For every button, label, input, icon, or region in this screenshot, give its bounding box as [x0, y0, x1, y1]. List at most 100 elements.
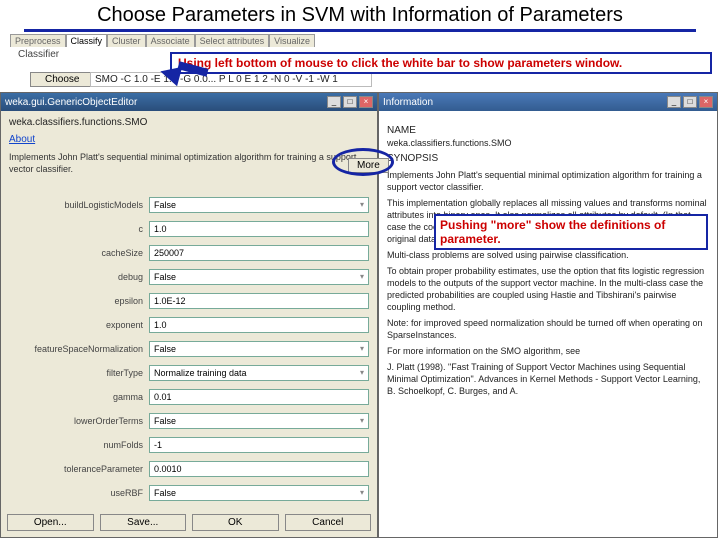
param-value: 1.0E-12: [154, 296, 186, 306]
param-input[interactable]: False ▾: [149, 197, 369, 213]
param-value: -1: [154, 440, 162, 450]
ok-button[interactable]: OK: [192, 514, 279, 531]
info-synopsis-label: SYNOPSIS: [387, 153, 709, 165]
info-p4: To obtain proper probability estimates, …: [387, 265, 709, 313]
info-body: NAME weka.classifiers.functions.SMO SYNO…: [379, 111, 717, 405]
title-rule: [24, 29, 696, 32]
info-p7: J. Platt (1998). "Fast Training of Suppo…: [387, 361, 709, 397]
chevron-down-icon[interactable]: ▾: [360, 488, 364, 498]
param-row: lowerOrderTerms False ▾: [9, 409, 369, 433]
param-input[interactable]: -1: [149, 437, 369, 453]
close-icon[interactable]: ×: [359, 96, 373, 108]
chevron-down-icon[interactable]: ▾: [360, 368, 364, 378]
param-value: 1.0: [154, 320, 167, 330]
editor-title: weka.gui.GenericObjectEditor: [5, 97, 325, 108]
maximize-icon[interactable]: □: [343, 96, 357, 108]
param-input[interactable]: False ▾: [149, 269, 369, 285]
slide-title: Choose Parameters in SVM with Informatio…: [0, 0, 720, 29]
info-window: Information _ □ × NAME weka.classifiers.…: [378, 92, 718, 538]
param-list: buildLogisticModelsFalse▾c1.0cacheSize25…: [9, 193, 369, 505]
param-label: lowerOrderTerms: [9, 416, 149, 426]
main-area: Preprocess Classify Cluster Associate Se…: [0, 34, 720, 540]
info-title: Information: [383, 97, 665, 108]
param-label: toleranceParameter: [9, 464, 149, 474]
tab-classify[interactable]: Classify: [66, 34, 108, 47]
param-row: gamma0.01: [9, 385, 369, 409]
info-titlebar: Information _ □ ×: [379, 93, 717, 111]
param-row: c 1.0: [9, 217, 369, 241]
editor-body: weka.classifiers.functions.SMO About Imp…: [1, 111, 377, 511]
param-input[interactable]: False ▾: [149, 485, 369, 501]
minimize-icon[interactable]: _: [667, 96, 681, 108]
chevron-down-icon[interactable]: ▾: [360, 344, 364, 354]
tab-select-attributes[interactable]: Select attributes: [195, 34, 270, 47]
param-row: numFolds -1: [9, 433, 369, 457]
param-value: 1.0: [154, 224, 167, 234]
param-input[interactable]: 1.0: [149, 221, 369, 237]
save-button[interactable]: Save...: [100, 514, 187, 531]
info-p1: Implements John Platt's sequential minim…: [387, 169, 709, 193]
param-value: False: [154, 200, 176, 210]
info-name-label: NAME: [387, 125, 709, 137]
tab-cluster[interactable]: Cluster: [107, 34, 146, 47]
param-input[interactable]: 0.0010: [149, 461, 369, 477]
hint-more-definitions: Pushing "more" show the definitions of p…: [434, 214, 708, 250]
param-label: useRBF: [9, 488, 149, 498]
info-name: weka.classifiers.functions.SMO: [387, 137, 709, 149]
chevron-down-icon[interactable]: ▾: [360, 416, 364, 426]
param-value: False: [154, 488, 176, 498]
param-row: epsilon 1.0E-12: [9, 289, 369, 313]
close-icon[interactable]: ×: [699, 96, 713, 108]
param-input[interactable]: 0.01: [149, 389, 369, 405]
param-label: epsilon: [9, 296, 149, 306]
param-label: c: [9, 224, 149, 234]
classifier-cmdline[interactable]: SMO -C 1.0 -E 1.0 -G 0.0... P L 0 E 1 2 …: [90, 72, 372, 87]
param-input[interactable]: False ▾: [149, 413, 369, 429]
param-input[interactable]: 1.0: [149, 317, 369, 333]
param-label: cacheSize: [9, 248, 149, 258]
param-label: featureSpaceNormalization: [9, 344, 149, 354]
tab-visualize[interactable]: Visualize: [269, 34, 315, 47]
class-description: Implements John Platt's sequential minim…: [9, 151, 369, 175]
param-value: False: [154, 272, 176, 282]
editor-window: weka.gui.GenericObjectEditor _ □ × weka.…: [0, 92, 378, 538]
info-p3: Multi-class problems are solved using pa…: [387, 249, 709, 261]
about-link[interactable]: About: [9, 134, 369, 145]
chevron-down-icon[interactable]: ▾: [360, 272, 364, 282]
param-row: featureSpaceNormalizationFalse▾: [9, 337, 369, 361]
more-button[interactable]: More: [348, 158, 389, 173]
param-value: Normalize training data: [154, 368, 247, 378]
param-label: debug: [9, 272, 149, 282]
param-label: filterType: [9, 368, 149, 378]
param-row: cacheSize 250007: [9, 241, 369, 265]
param-input[interactable]: 1.0E-12: [149, 293, 369, 309]
tab-preprocess[interactable]: Preprocess: [10, 34, 66, 47]
info-p5: Note: for improved speed normalization s…: [387, 317, 709, 341]
info-p6: For more information on the SMO algorith…: [387, 345, 709, 357]
param-row: filterType Normalize training data ▾: [9, 361, 369, 385]
hint-click-bar: Using left bottom of mouse to click the …: [170, 52, 712, 74]
tab-associate[interactable]: Associate: [146, 34, 195, 47]
param-value: 0.0010: [154, 464, 182, 474]
tab-bar: Preprocess Classify Cluster Associate Se…: [10, 34, 315, 47]
param-row: toleranceParameter 0.0010: [9, 457, 369, 481]
param-value: False: [154, 416, 176, 426]
param-input[interactable]: False▾: [149, 341, 369, 357]
param-row: debug False ▾: [9, 265, 369, 289]
classifier-label: Classifier: [18, 49, 59, 60]
param-label: exponent: [9, 320, 149, 330]
param-label: numFolds: [9, 440, 149, 450]
cancel-button[interactable]: Cancel: [285, 514, 372, 531]
param-value: 250007: [154, 248, 184, 258]
open-button[interactable]: Open...: [7, 514, 94, 531]
param-input[interactable]: 250007: [149, 245, 369, 261]
param-input[interactable]: Normalize training data ▾: [149, 365, 369, 381]
chevron-down-icon[interactable]: ▾: [360, 200, 364, 210]
choose-button[interactable]: Choose: [30, 72, 94, 87]
minimize-icon[interactable]: _: [327, 96, 341, 108]
param-row: buildLogisticModels False ▾: [9, 193, 369, 217]
param-row: exponent 1.0: [9, 313, 369, 337]
param-label: gamma: [9, 392, 149, 402]
maximize-icon[interactable]: □: [683, 96, 697, 108]
param-label: buildLogisticModels: [9, 200, 149, 210]
